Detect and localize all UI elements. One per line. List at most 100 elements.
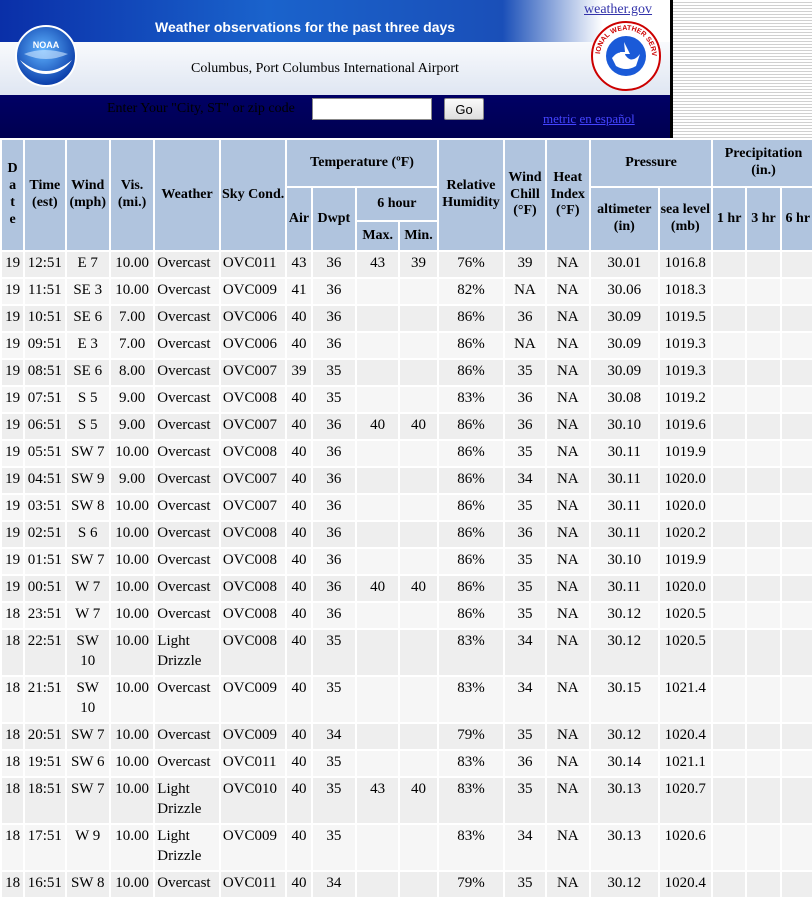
cell-air-temp: 40 [287,825,311,870]
cell-sky-condition: OVC011 [220,751,286,776]
cell-date: 18 [2,778,24,823]
espanol-link[interactable]: en español [579,111,634,126]
cell-max-temp [357,468,399,493]
cell-precip-3hr [747,468,780,493]
cell-relative-humidity: 83% [438,630,504,675]
cell-air-temp: 40 [287,872,311,897]
cell-heat-index: NA [546,495,589,520]
cell-relative-humidity: 83% [438,825,504,870]
cell-sky-condition: OVC009 [220,825,286,870]
cell-precip-6hr [781,603,812,628]
cell-wind-chill: 34 [505,825,545,870]
metric-link[interactable]: metric [543,111,576,126]
cell-precip-1hr [713,279,746,304]
cell-visibility: 8.00 [110,360,154,385]
cell-altimeter: 30.12 [590,724,658,749]
cell-wind: W 7 [66,576,109,601]
nws-logo-icon[interactable]: NATIONAL WEATHER SERVICE [590,20,662,92]
cell-sea-level-pressure: 1020.5 [659,603,712,628]
table-row: 19 12:51 E 7 10.00 Overcast OVC011 43 36 43 39 76%… [2,252,812,277]
cell-min-temp [400,724,437,749]
cell-visibility: 10.00 [110,279,154,304]
cell-sky-condition: OVC010 [220,778,286,823]
cell-relative-humidity: 82% [438,279,504,304]
cell-time: 11:51 [25,279,65,304]
cell-sky-condition: OVC008 [220,630,286,675]
cell-min-temp: 39 [400,252,437,277]
cell-precip-6hr [781,441,812,466]
cell-weather: Overcast [155,872,219,897]
header-time: Time (est) [25,140,65,250]
cell-dewpoint: 35 [312,677,355,722]
cell-sea-level-pressure: 1019.9 [659,441,712,466]
cell-sea-level-pressure: 1021.1 [659,751,712,776]
cell-weather: Overcast [155,279,219,304]
cell-precip-6hr [781,333,812,358]
station-name: Columbus, Port Columbus International Ai… [191,61,459,76]
cell-wind-chill: 34 [505,677,545,722]
cell-date: 19 [2,360,24,385]
page-title: Weather observations for the past three … [155,19,456,35]
cell-sky-condition: OVC007 [220,495,286,520]
table-row: 19 08:51 SE 6 8.00 Overcast OVC007 39 35 86% 35 NA… [2,360,812,385]
noaa-logo-icon[interactable]: NOAA [14,24,78,88]
cell-relative-humidity: 83% [438,677,504,722]
cell-precip-1hr [713,724,746,749]
cell-min-temp [400,468,437,493]
cell-visibility: 9.00 [110,387,154,412]
cell-wind: SW 7 [66,724,109,749]
cell-time: 08:51 [25,360,65,385]
cell-wind: SW 10 [66,677,109,722]
cell-precip-1hr [713,468,746,493]
cell-wind: SW 7 [66,441,109,466]
cell-precip-1hr [713,576,746,601]
cell-max-temp: 40 [357,414,399,439]
table-row: 19 02:51 S 6 10.00 Overcast OVC008 40 36 86% 36 NA… [2,522,812,547]
cell-time: 01:51 [25,549,65,574]
cell-precip-1hr [713,549,746,574]
cell-precip-6hr [781,825,812,870]
cell-relative-humidity: 86% [438,495,504,520]
cell-altimeter: 30.08 [590,387,658,412]
cell-date: 18 [2,603,24,628]
cell-precip-3hr [747,576,780,601]
weather-gov-link[interactable]: weather.gov [584,2,652,18]
cell-air-temp: 39 [287,360,311,385]
cell-air-temp: 40 [287,522,311,547]
cell-wind: W 9 [66,825,109,870]
cell-dewpoint: 36 [312,414,355,439]
city-zip-input[interactable] [312,98,432,120]
cell-max-temp: 43 [357,778,399,823]
cell-heat-index: NA [546,825,589,870]
cell-precip-1hr [713,360,746,385]
header-wind-chill: Wind Chill (°F) [505,140,545,250]
cell-date: 19 [2,414,24,439]
table-row: 19 01:51 SW 7 10.00 Overcast OVC008 40 36 86% 35 N… [2,549,812,574]
cell-wind: SE 6 [66,306,109,331]
cell-weather: Overcast [155,549,219,574]
cell-heat-index: NA [546,306,589,331]
cell-wind: SW 6 [66,751,109,776]
cell-sea-level-pressure: 1021.4 [659,677,712,722]
go-button[interactable]: Go [444,98,484,120]
cell-heat-index: NA [546,360,589,385]
cell-sea-level-pressure: 1018.3 [659,279,712,304]
cell-altimeter: 30.10 [590,414,658,439]
cell-wind-chill: NA [505,333,545,358]
cell-min-temp [400,333,437,358]
cell-time: 05:51 [25,441,65,466]
header-heat-index: Heat Index (°F) [546,140,589,250]
header-relative-humidity: Relative Humidity [438,140,504,250]
cell-sky-condition: OVC011 [220,872,286,897]
cell-min-temp: 40 [400,414,437,439]
cell-precip-3hr [747,751,780,776]
header-dewpoint: Dwpt [312,188,355,250]
cell-wind: S 5 [66,387,109,412]
cell-sky-condition: OVC007 [220,360,286,385]
cell-precip-1hr [713,825,746,870]
cell-sky-condition: OVC008 [220,576,286,601]
cell-max-temp [357,495,399,520]
cell-altimeter: 30.06 [590,279,658,304]
cell-heat-index: NA [546,441,589,466]
cell-air-temp: 40 [287,677,311,722]
